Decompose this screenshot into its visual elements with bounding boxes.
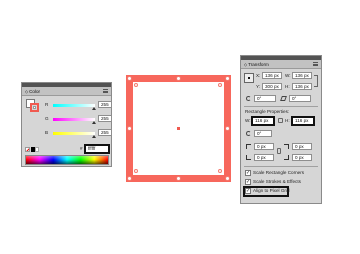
rect-height-label: H: <box>285 118 290 123</box>
y-field[interactable]: 300 px <box>262 83 282 90</box>
white-swatch[interactable] <box>35 147 39 152</box>
h-label: H: <box>285 84 290 89</box>
blue-slider-thumb[interactable] <box>92 135 96 138</box>
corner-widget-bottom-left[interactable] <box>134 169 138 173</box>
align-pixel-grid-checkbox[interactable]: ✓ <box>245 188 251 194</box>
rect-width-label: W: <box>245 118 251 123</box>
reference-point-center-icon <box>248 77 250 79</box>
handle-top-left[interactable] <box>127 76 132 81</box>
scale-corners-label: Scale Rectangle Corners <box>253 170 305 175</box>
constrain-proportions-link-icon[interactable] <box>314 75 318 87</box>
rectangle-properties-title: Rectangle Properties: <box>245 109 290 114</box>
green-value-field[interactable]: 255 <box>98 115 112 122</box>
corner-widget-top-left[interactable] <box>134 83 138 87</box>
corner-radius-bl-field[interactable]: 0 px <box>254 154 274 161</box>
tab-color-label: Color <box>29 88 41 94</box>
rotate-field[interactable]: 0° <box>254 95 276 102</box>
section-divider <box>244 106 318 107</box>
scale-strokes-label: Scale Strokes & Effects <box>253 179 301 184</box>
scale-strokes-checkbox[interactable]: ✓ <box>245 179 251 185</box>
panel-menu-icon[interactable] <box>103 89 108 93</box>
stroke-swatch-inner <box>33 106 36 109</box>
red-slider[interactable] <box>53 104 95 107</box>
rotate-icon <box>246 96 251 101</box>
x-label: X: <box>256 73 261 78</box>
handle-top-right[interactable] <box>225 76 230 81</box>
handle-bottom-right[interactable] <box>225 176 230 181</box>
blue-channel-label: B <box>45 130 49 135</box>
tab-transform-grip-icon: ◇ <box>244 61 248 67</box>
corner-radius-tr-field[interactable]: 0 px <box>292 143 312 150</box>
shear-icon <box>280 96 287 101</box>
none-swatch[interactable] <box>25 147 30 152</box>
blue-value-field[interactable]: 255 <box>98 129 112 136</box>
transform-panel: ◇ Transform X: 136 px W: 136 px Y: 300 p… <box>240 55 322 204</box>
align-pixel-grid-label: Align to Pixel Grid <box>253 188 290 193</box>
color-spectrum[interactable] <box>25 155 109 165</box>
rect-height-field[interactable]: 116 px <box>291 116 315 126</box>
corner-link-icon[interactable] <box>277 148 281 154</box>
shear-field[interactable]: 0° <box>289 95 311 102</box>
red-channel-label: R <box>45 102 49 107</box>
rect-width-field[interactable]: 116 px <box>251 116 275 126</box>
corner-type-tl-icon[interactable] <box>246 144 251 149</box>
w-field[interactable]: 136 px <box>292 72 312 79</box>
tab-color[interactable]: ◇ Color <box>25 89 40 94</box>
rect-angle-field[interactable]: 0° <box>254 130 272 137</box>
y-label: Y: <box>256 84 261 89</box>
none-swatch-slash-icon <box>26 148 29 151</box>
corner-widget-bottom-right[interactable] <box>218 169 222 173</box>
handle-middle-right[interactable] <box>225 126 230 131</box>
transform-menu-icon[interactable] <box>313 62 318 66</box>
handle-middle-left[interactable] <box>127 126 132 131</box>
transform-panel-header: ◇ Transform <box>241 60 321 69</box>
h-field[interactable]: 136 px <box>292 83 312 90</box>
handle-top-middle[interactable] <box>176 76 181 81</box>
green-slider-thumb[interactable] <box>92 121 96 124</box>
green-slider[interactable] <box>53 118 95 121</box>
options-divider <box>244 166 318 167</box>
tab-color-grip-icon: ◇ <box>25 88 29 94</box>
w-label: W: <box>285 73 291 78</box>
green-channel-label: G <box>45 116 49 121</box>
x-field[interactable]: 136 px <box>262 72 282 79</box>
tab-transform-label: Transform <box>248 61 269 67</box>
corner-type-tr-icon[interactable] <box>284 144 289 149</box>
rect-rotate-icon <box>246 131 251 136</box>
selection-bounding-box <box>127 76 230 181</box>
red-slider-thumb[interactable] <box>92 107 96 110</box>
rect-link-icon[interactable] <box>278 118 283 123</box>
corner-type-bl-icon[interactable] <box>246 155 251 160</box>
reference-point-locator[interactable] <box>244 73 254 83</box>
hex-value-field[interactable]: ffffff <box>84 144 110 154</box>
red-value-field[interactable]: 255 <box>98 101 112 108</box>
center-point <box>177 127 180 130</box>
corner-radius-br-field[interactable]: 0 px <box>292 154 312 161</box>
handle-bottom-left[interactable] <box>127 176 132 181</box>
scale-corners-checkbox[interactable]: ✓ <box>245 170 251 176</box>
color-panel: ◇ Color R 255 G 255 B 255 # ffffff <box>21 82 112 167</box>
hex-label: # <box>80 146 83 151</box>
tab-transform[interactable]: ◇ Transform <box>244 62 269 67</box>
corner-radius-tl-field[interactable]: 0 px <box>254 143 274 150</box>
handle-bottom-middle[interactable] <box>176 176 181 181</box>
corner-type-br-icon[interactable] <box>284 155 289 160</box>
corner-widget-top-right[interactable] <box>218 83 222 87</box>
blue-slider[interactable] <box>53 132 95 135</box>
color-panel-header: ◇ Color <box>22 87 111 96</box>
